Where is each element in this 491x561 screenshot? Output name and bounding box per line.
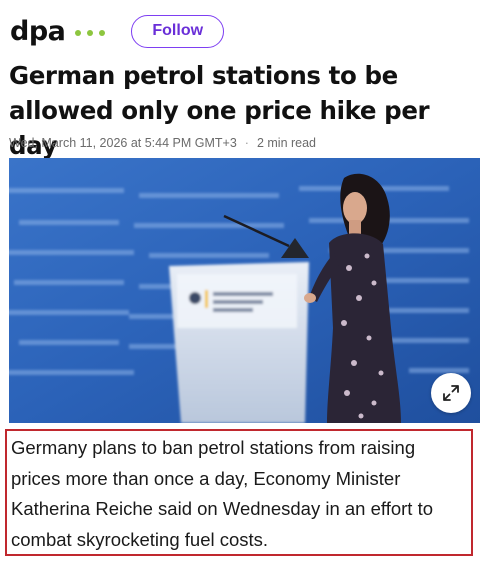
dot bbox=[99, 30, 106, 36]
photo-illustration bbox=[9, 158, 480, 423]
read-time: 2 min read bbox=[256, 136, 317, 150]
meta-separator: · bbox=[244, 136, 249, 150]
expand-image-button[interactable] bbox=[431, 373, 471, 413]
dot bbox=[87, 30, 94, 36]
article-meta: Wed, March 11, 2026 at 5:44 PM GMT+3 · 2… bbox=[9, 136, 316, 150]
dot bbox=[75, 30, 82, 36]
publish-date: Wed, March 11, 2026 at 5:44 PM GMT+3 bbox=[9, 136, 237, 150]
article-photo[interactable] bbox=[9, 158, 480, 423]
publisher-logo[interactable]: dpa bbox=[10, 18, 66, 45]
expand-arrows-icon bbox=[443, 385, 459, 401]
more-options-icon[interactable] bbox=[75, 30, 106, 36]
article-lede: Germany plans to ban petrol stations fro… bbox=[5, 429, 473, 556]
follow-button[interactable]: Follow bbox=[131, 14, 225, 48]
publisher-header: dpa Follow bbox=[10, 12, 480, 50]
